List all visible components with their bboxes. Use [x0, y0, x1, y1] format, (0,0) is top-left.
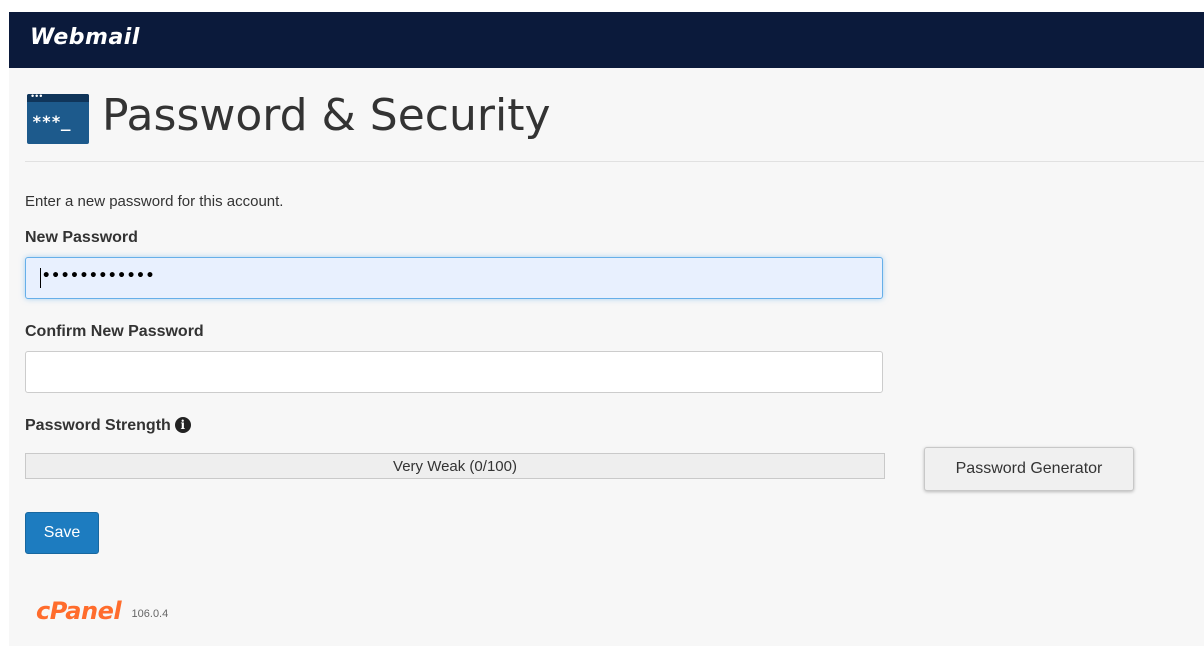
- password-strength-label-text: Password Strength: [25, 417, 171, 434]
- divider: [25, 161, 1204, 162]
- password-generator-button[interactable]: Password Generator: [924, 447, 1134, 491]
- page: Webmail ••• ***_ Password & Security Ent…: [9, 12, 1204, 646]
- page-title: Password & Security: [102, 90, 551, 141]
- password-strength-meter: Very Weak (0/100): [25, 453, 885, 479]
- password-strength-label: Password Strength i: [25, 417, 191, 435]
- intro-text: Enter a new password for this account.: [25, 193, 284, 210]
- new-password-value: ••••••••••••: [42, 268, 156, 284]
- new-password-label: New Password: [25, 229, 138, 246]
- save-button[interactable]: Save: [25, 512, 99, 554]
- text-caret: [40, 268, 41, 288]
- confirm-password-field[interactable]: [25, 351, 883, 393]
- footer: cPanel 106.0.4: [36, 597, 168, 625]
- new-password-field[interactable]: ••••••••••••: [25, 257, 883, 299]
- version-text: 106.0.4: [131, 608, 169, 620]
- top-bar: Webmail: [9, 12, 1204, 68]
- strength-text: Very Weak (0/100): [393, 458, 517, 475]
- cpanel-logo[interactable]: cPanel: [36, 597, 122, 625]
- confirm-password-label: Confirm New Password: [25, 323, 204, 340]
- webmail-logo[interactable]: Webmail: [30, 25, 140, 50]
- info-icon[interactable]: i: [174, 417, 191, 433]
- password-security-icon: ••• ***_: [27, 94, 89, 144]
